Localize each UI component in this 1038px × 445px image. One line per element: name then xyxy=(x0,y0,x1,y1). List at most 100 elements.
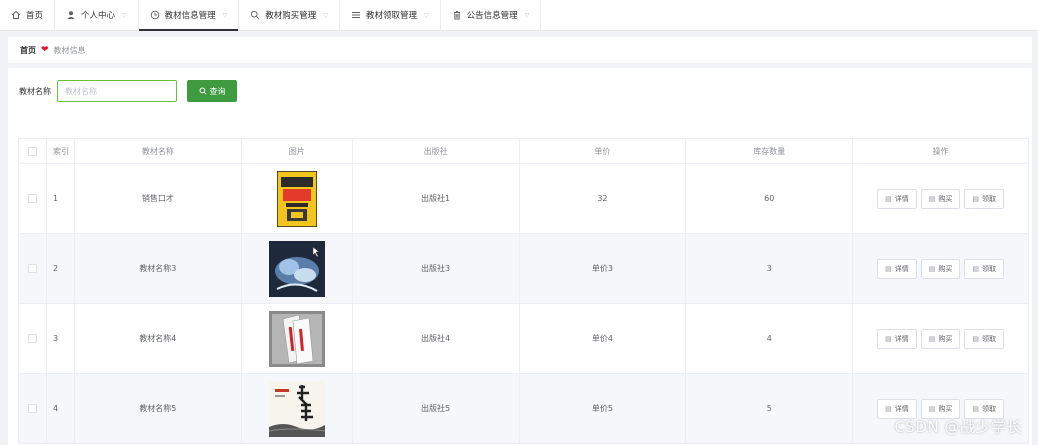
table-row: 2 教材名称3 出版社3 单价3 3 ▤ 详情 ▤ 购买 ▤ 领取 xyxy=(19,234,1029,304)
nav-item-label: 首页 xyxy=(26,11,44,21)
nav-item-textbook-receive[interactable]: 教材领取管理 ▽ xyxy=(340,0,441,30)
search-icon xyxy=(198,87,207,95)
row-price: 单价4 xyxy=(519,304,687,374)
row-checkbox[interactable] xyxy=(27,194,37,203)
table-header-row: 索引 教材名称 图片 出版社 单价 库存数量 操作 xyxy=(19,139,1029,164)
row-stock: 3 xyxy=(686,234,854,304)
row-stock: 60 xyxy=(686,164,854,234)
row-checkbox[interactable] xyxy=(27,404,37,413)
chevron-down-icon: ▽ xyxy=(423,11,429,19)
header-ops: 操作 xyxy=(853,139,1029,164)
header-select-all xyxy=(19,139,47,164)
document-icon: ▤ xyxy=(885,194,892,203)
row-publisher: 出版社5 xyxy=(352,374,520,444)
search-label: 教材名称 xyxy=(19,86,51,96)
chevron-down-icon: ▽ xyxy=(222,11,228,19)
search-button-label: 查询 xyxy=(209,86,226,96)
table-row: 4 教材名称5 出版社5 单价5 5 ▤ 详情 ▤ 购买 ▤ 领取 xyxy=(19,374,1029,444)
header-publisher: 出版社 xyxy=(352,139,520,164)
row-checkbox[interactable] xyxy=(27,334,37,343)
row-publisher: 出版社4 xyxy=(352,304,520,374)
row-price: 单价3 xyxy=(519,234,687,304)
receive-button[interactable]: ▤ 领取 xyxy=(964,328,1004,349)
receive-button[interactable]: ▤ 领取 xyxy=(964,258,1004,279)
table-row: 1 销售口才 出版社1 32 60 ▤ 详情 ▤ 购买 ▤ 领取 xyxy=(19,164,1029,234)
table-row: 3 教材名称4 出版社4 单价4 4 ▤ 详情 ▤ 购买 ▤ 领取 xyxy=(19,304,1029,374)
breadcrumb: 首页 ❤ 教材信息 xyxy=(8,37,1032,63)
content-panel: 教材名称 查询 索引 教材名称 图片 出版社 单价 库存数量 操作 1 销售口才 xyxy=(8,68,1032,445)
detail-button[interactable]: ▤ 详情 xyxy=(877,258,917,279)
row-name: 教材名称5 xyxy=(74,374,242,444)
detail-button[interactable]: ▤ 详情 xyxy=(877,328,917,349)
receive-button[interactable]: ▤ 领取 xyxy=(964,188,1004,209)
detail-button[interactable]: ▤ 详情 xyxy=(877,188,917,209)
header-price: 单价 xyxy=(519,139,687,164)
header-name: 教材名称 xyxy=(74,139,242,164)
buy-button[interactable]: ▤ 购买 xyxy=(920,328,961,349)
nav-item-notice[interactable]: 公告信息管理 ▽ xyxy=(441,0,542,30)
nav-item-label: 教材领取管理 xyxy=(365,11,417,21)
row-price: 32 xyxy=(519,164,687,234)
row-name: 教材名称4 xyxy=(74,304,242,374)
nav-item-label: 教材购买管理 xyxy=(265,11,317,21)
nav-item-profile[interactable]: 个人中心 ▽ xyxy=(55,0,139,30)
chevron-down-icon: ▽ xyxy=(122,11,127,19)
row-name: 教材名称3 xyxy=(74,234,242,304)
document-icon: ▤ xyxy=(972,194,979,203)
row-index: 1 xyxy=(46,164,75,234)
clock-icon xyxy=(150,10,159,20)
nav-item-textbook-info[interactable]: 教材信息管理 ▽ xyxy=(138,0,240,31)
document-icon: ▤ xyxy=(972,264,979,273)
book-cover-image[interactable] xyxy=(268,310,325,367)
list-icon xyxy=(351,12,360,18)
buy-button[interactable]: ▤ 购买 xyxy=(920,258,961,279)
home-icon xyxy=(11,10,21,19)
breadcrumb-current: 教材信息 xyxy=(53,45,86,55)
row-stock: 5 xyxy=(686,374,854,444)
row-ops: ▤ 详情 ▤ 购买 ▤ 领取 xyxy=(853,234,1029,304)
buy-button[interactable]: ▤ 购买 xyxy=(920,188,961,209)
search-form: 教材名称 查询 xyxy=(19,80,237,102)
nav-item-label: 教材信息管理 xyxy=(164,11,216,21)
select-all-checkbox[interactable] xyxy=(27,146,37,156)
row-publisher: 出版社1 xyxy=(352,164,520,234)
user-icon xyxy=(67,11,75,19)
row-stock: 4 xyxy=(686,304,854,374)
book-cover-image[interactable] xyxy=(268,240,325,297)
document-icon: ▤ xyxy=(972,404,979,413)
trash-icon xyxy=(453,11,460,20)
document-icon: ▤ xyxy=(928,404,936,413)
chevron-down-icon: ▽ xyxy=(524,11,530,19)
nav-item-textbook-purchase[interactable]: 教材购买管理 ▽ xyxy=(239,0,340,30)
document-icon: ▤ xyxy=(972,334,979,343)
search-input[interactable] xyxy=(57,80,177,102)
row-price: 单价5 xyxy=(519,374,687,444)
top-nav: 首页 个人中心 ▽ 教材信息管理 ▽ 教材购买管理 ▽ 教材领取管理 ▽ 公告信… xyxy=(0,0,1038,31)
book-cover-image[interactable] xyxy=(268,380,325,437)
document-icon: ▤ xyxy=(885,264,892,273)
chevron-down-icon: ▽ xyxy=(323,11,328,19)
row-checkbox[interactable] xyxy=(27,264,37,273)
watermark: CSDN @战少学长 xyxy=(894,418,1022,436)
document-icon: ▤ xyxy=(885,334,892,343)
row-index: 4 xyxy=(46,374,75,444)
row-publisher: 出版社3 xyxy=(352,234,520,304)
breadcrumb-home[interactable]: 首页 xyxy=(20,45,36,56)
document-icon: ▤ xyxy=(885,404,892,413)
document-icon: ▤ xyxy=(928,194,936,203)
row-index: 3 xyxy=(46,304,75,374)
header-stock: 库存数量 xyxy=(686,139,854,164)
row-ops: ▤ 详情 ▤ 购买 ▤ 领取 xyxy=(853,164,1029,234)
row-ops: ▤ 详情 ▤ 购买 ▤ 领取 xyxy=(853,304,1029,374)
heart-icon: ❤ xyxy=(41,44,49,55)
book-cover-image[interactable] xyxy=(276,170,317,227)
document-icon: ▤ xyxy=(928,334,936,343)
row-index: 2 xyxy=(46,234,75,304)
row-name: 销售口才 xyxy=(74,164,242,234)
nav-item-label: 公告信息管理 xyxy=(466,11,518,21)
search-button[interactable]: 查询 xyxy=(187,80,237,102)
search-icon xyxy=(251,10,260,20)
nav-item-home[interactable]: 首页 xyxy=(0,0,56,30)
document-icon: ▤ xyxy=(928,264,936,273)
header-image: 图片 xyxy=(241,139,353,164)
